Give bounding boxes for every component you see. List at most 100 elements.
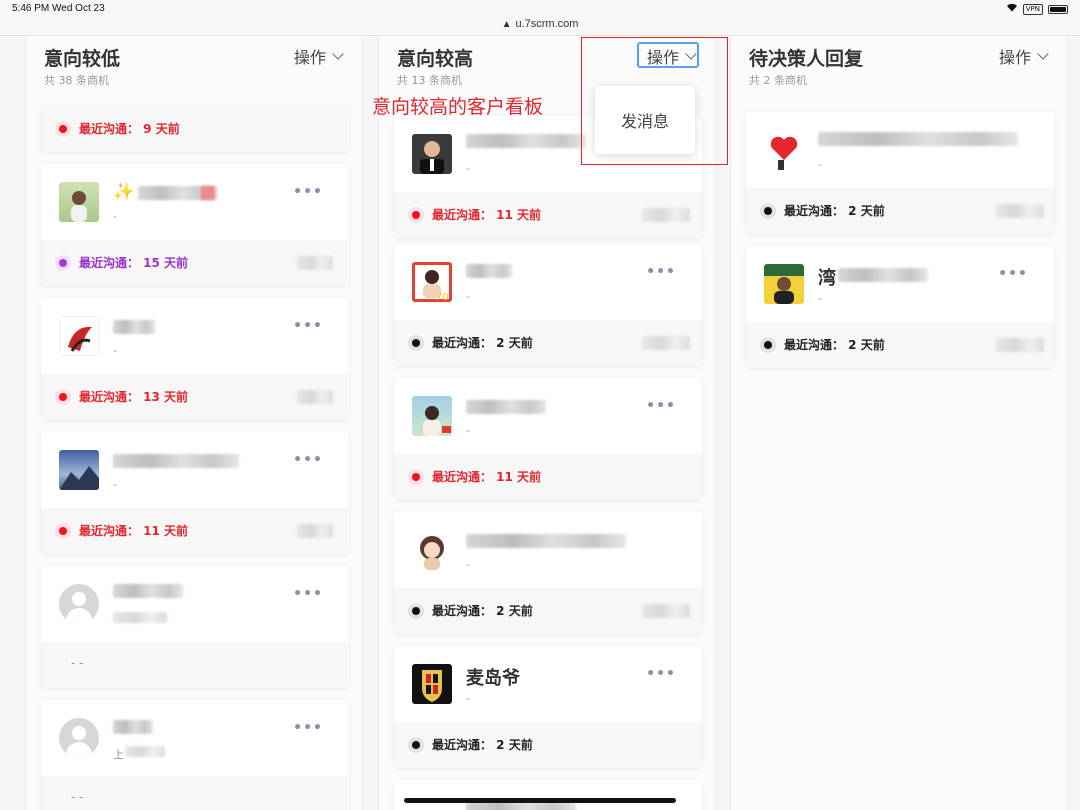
more-icon[interactable]: ••• xyxy=(646,264,676,280)
blurred-name xyxy=(113,584,183,598)
more-icon[interactable]: ••• xyxy=(998,266,1028,282)
status-dot-icon xyxy=(408,469,424,485)
blurred-name xyxy=(113,720,153,734)
opportunity-card[interactable]: - ••• 最近沟通： 11 天前 xyxy=(394,378,702,500)
status-dot-icon xyxy=(408,335,424,351)
blurred-name xyxy=(466,264,512,278)
blurred-name xyxy=(466,802,576,810)
blurred-name xyxy=(466,534,626,548)
svg-text:70: 70 xyxy=(436,292,449,302)
customer-sub: - xyxy=(466,424,470,437)
more-icon[interactable]: ••• xyxy=(293,184,323,200)
vpn-badge: VPN xyxy=(1022,3,1043,15)
more-icon[interactable]: ••• xyxy=(293,452,323,468)
blurred-sub xyxy=(125,746,165,757)
avatar xyxy=(764,264,804,304)
opportunity-card[interactable]: ••• - - xyxy=(41,566,349,688)
last-contact: 最近沟通： 13 天前 xyxy=(79,390,189,404)
opportunity-card[interactable] xyxy=(394,780,702,810)
default-avatar-icon xyxy=(59,718,99,758)
card-footer: 最近沟通： 11 天前 xyxy=(394,454,702,500)
column-low-intent: 意向较低 共 38 条商机 操作 最近沟通： 9 天前 ✨ - ••• 最近沟通… xyxy=(25,36,363,810)
column-count: 共 38 条商机 xyxy=(44,74,109,87)
customer-sub: 上 xyxy=(113,748,124,761)
customer-sub: - xyxy=(113,478,117,491)
last-contact: 最近沟通： 11 天前 xyxy=(432,470,542,484)
opportunity-card[interactable]: 70 - ••• 最近沟通： 2 天前 xyxy=(394,244,702,366)
blurred-owner xyxy=(297,390,333,404)
column-count: 共 2 条商机 xyxy=(749,74,807,87)
more-icon[interactable]: ••• xyxy=(293,586,323,602)
more-icon[interactable]: ••• xyxy=(293,318,323,334)
customer-sub: - xyxy=(818,292,822,305)
home-indicator[interactable] xyxy=(404,798,676,803)
avatar xyxy=(412,134,452,174)
address-bar[interactable]: ▲ u.7scrm.com xyxy=(0,18,1080,30)
card-footer: 最近沟通： 11 天前 xyxy=(394,192,702,238)
blurred-owner xyxy=(642,208,690,222)
card-footer: 最近沟通： 2 天前 xyxy=(394,588,702,634)
blurred-name xyxy=(838,268,928,282)
last-contact: 最近沟通： 2 天前 xyxy=(432,336,533,350)
status-icons: VPN xyxy=(1006,3,1068,15)
more-icon[interactable]: ••• xyxy=(646,666,676,682)
card-footer: 最近沟通： 2 天前 xyxy=(746,322,1054,368)
column-awaiting-decision: 待决策人回复 共 2 条商机 操作 - 最近沟通： 2 天前 湾 - ••• 最… xyxy=(730,36,1068,810)
card-footer: 最近沟通： 13 天前 xyxy=(41,374,349,420)
last-contact: 最近沟通： 2 天前 xyxy=(784,338,885,352)
opportunity-card[interactable]: - ••• 最近沟通： 13 天前 xyxy=(41,298,349,420)
last-contact: - - xyxy=(71,656,84,670)
opportunity-card[interactable]: - 最近沟通： 2 天前 xyxy=(394,512,702,634)
action-label: 操作 xyxy=(293,48,326,67)
avatar xyxy=(764,130,804,170)
status-time: 5:46 PM Wed Oct 23 xyxy=(12,3,105,14)
url-text: u.7scrm.com xyxy=(515,18,579,30)
opportunity-card[interactable]: ✨ - ••• 最近沟通： 15 天前 xyxy=(41,164,349,286)
chevron-down-icon xyxy=(1037,48,1049,60)
default-avatar-icon xyxy=(59,584,99,624)
card-footer: 最近沟通： 9 天前 xyxy=(41,106,349,152)
opportunity-card[interactable]: 麦岛爷 - ••• 最近沟通： 2 天前 xyxy=(394,646,702,768)
blurred-owner xyxy=(297,256,333,270)
customer-sub: - xyxy=(466,558,470,571)
status-dot-icon xyxy=(55,121,71,137)
status-dot-icon xyxy=(760,203,776,219)
customer-sub: - xyxy=(466,290,470,303)
status-bar: 5:46 PM Wed Oct 23 ▲ u.7scrm.com VPN xyxy=(0,0,1080,36)
blurred-sub xyxy=(113,612,167,623)
opportunity-card[interactable]: - 最近沟通： 2 天前 xyxy=(746,112,1054,234)
customer-sub: - xyxy=(466,162,470,175)
column-title: 意向较低 xyxy=(44,48,121,70)
blurred-name xyxy=(113,320,155,334)
status-dot-icon xyxy=(55,255,71,271)
chevron-down-icon xyxy=(332,48,344,60)
more-icon[interactable]: ••• xyxy=(646,398,676,414)
avatar: 70 xyxy=(412,262,452,302)
card-footer: 最近沟通： 2 天前 xyxy=(394,320,702,366)
column-title: 待决策人回复 xyxy=(749,48,864,70)
avatar xyxy=(59,450,99,490)
customer-sub: - xyxy=(466,692,470,705)
blurred-owner xyxy=(996,204,1044,218)
column-action-button[interactable]: 操作 xyxy=(998,44,1049,68)
card-footer: - - xyxy=(41,642,349,688)
action-label: 操作 xyxy=(998,48,1031,67)
blurred-emoji xyxy=(201,186,215,200)
blurred-owner xyxy=(297,524,333,538)
customer-sub: - xyxy=(113,210,117,223)
opportunity-card[interactable]: 上 ••• - - xyxy=(41,700,349,810)
last-contact: 最近沟通： 2 天前 xyxy=(432,604,533,618)
more-icon[interactable]: ••• xyxy=(293,720,323,736)
battery-icon xyxy=(1048,4,1068,14)
status-dot-icon xyxy=(408,737,424,753)
status-dot-icon xyxy=(408,207,424,223)
opportunity-card[interactable]: 最近沟通： 9 天前 xyxy=(41,106,349,152)
avatar xyxy=(412,664,452,704)
column-action-button[interactable]: 操作 xyxy=(293,44,344,68)
opportunity-card[interactable]: - ••• 最近沟通： 11 天前 xyxy=(41,432,349,554)
status-dot-icon xyxy=(760,337,776,353)
opportunity-card[interactable]: 湾 - ••• 最近沟通： 2 天前 xyxy=(746,246,1054,368)
annotation-highlight-box xyxy=(581,37,728,165)
last-contact: 最近沟通： 2 天前 xyxy=(432,738,533,752)
last-contact: 最近沟通： 11 天前 xyxy=(79,524,189,538)
